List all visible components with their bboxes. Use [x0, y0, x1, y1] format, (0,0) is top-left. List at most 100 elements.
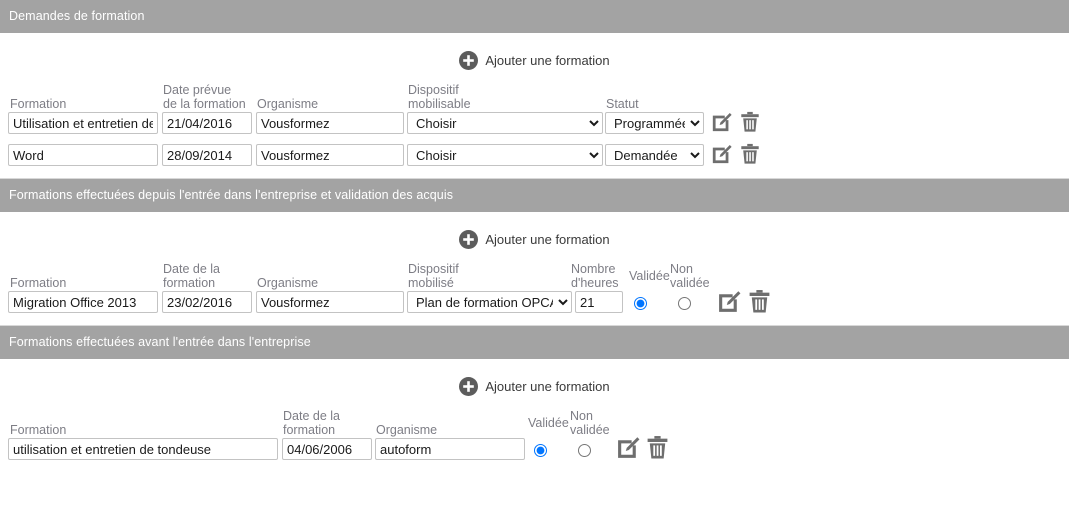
table-row: Plan de formation OPCA	[0, 289, 1069, 319]
add-row-demandes: Ajouter une formation	[0, 46, 1069, 74]
validee-radio[interactable]	[534, 444, 547, 458]
edit-row-button[interactable]	[717, 289, 742, 314]
organisme-input[interactable]	[375, 438, 525, 460]
edit-pencil-icon	[618, 437, 640, 458]
cell-dispositif: Choisir	[407, 144, 603, 166]
organisme-input[interactable]	[256, 291, 404, 313]
organisme-input[interactable]	[256, 144, 404, 166]
edit-pencil-icon	[712, 113, 732, 132]
cell-non-validee	[678, 295, 691, 311]
edit-row-button[interactable]	[711, 143, 733, 165]
section-body-effectuees-depuis: Ajouter une formation Formation Date de …	[0, 225, 1069, 326]
plus-circle-icon	[459, 229, 479, 249]
cell-delete	[739, 143, 761, 168]
organisme-input[interactable]	[256, 112, 404, 134]
col-header-organisme: Organisme	[257, 97, 319, 111]
edit-row-button[interactable]	[616, 435, 641, 460]
validee-radio[interactable]	[634, 297, 647, 311]
column-headers-demandes: Formation Date prévue de la formation Or…	[0, 78, 1069, 112]
dispositif-select[interactable]: Plan de formation OPCA	[407, 291, 572, 313]
col-header-validee: Validée	[528, 416, 569, 430]
add-formation-label-effectuees-avant: Ajouter une formation	[485, 378, 610, 394]
statut-select[interactable]: Demandée	[605, 144, 704, 166]
cell-statut: Programmée	[605, 112, 704, 134]
col-header-statut: Statut	[606, 97, 639, 111]
table-row	[0, 435, 1069, 466]
delete-row-button[interactable]	[739, 143, 761, 165]
section-body-demandes: Ajouter une formation Formation Date pré…	[0, 46, 1069, 179]
formations-page: Demandes de formation Ajouter une format…	[0, 0, 1069, 509]
cell-dispositif: Choisir	[407, 112, 603, 134]
add-formation-button-effectuees-depuis[interactable]: Ajouter une formation	[459, 229, 610, 249]
col-header-formation: Formation	[10, 276, 67, 290]
col-header-organisme: Organisme	[257, 276, 319, 290]
cell-formation	[8, 144, 158, 166]
col-header-heures: Nombre d'heures	[571, 262, 619, 290]
section-header-demandes: Demandes de formation	[0, 0, 1069, 33]
statut-select[interactable]: Programmée	[605, 112, 704, 134]
section-demandes: Demandes de formation Ajouter une format…	[0, 0, 1069, 179]
date-input[interactable]	[162, 144, 252, 166]
col-header-dispositif: Dispositif mobilisé	[408, 262, 459, 290]
section-header-effectuees-avant: Formations effectuées avant l'entrée dan…	[0, 326, 1069, 359]
cell-date	[162, 112, 252, 134]
add-formation-button-effectuees-avant[interactable]: Ajouter une formation	[459, 376, 610, 396]
col-header-validee: Validée	[629, 269, 670, 283]
column-headers-effectuees-depuis: Formation Date de la formation Organisme…	[0, 257, 1069, 291]
cell-date	[162, 291, 252, 313]
delete-row-button[interactable]	[747, 289, 772, 314]
cell-formation	[8, 112, 158, 134]
add-formation-button-demandes[interactable]: Ajouter une formation	[459, 50, 610, 70]
heures-input[interactable]	[575, 291, 623, 313]
cell-validee	[534, 442, 547, 458]
non-validee-radio[interactable]	[578, 444, 591, 458]
cell-delete	[739, 111, 761, 136]
col-header-formation: Formation	[10, 423, 67, 437]
edit-row-button[interactable]	[711, 111, 733, 133]
formation-input[interactable]	[8, 144, 158, 166]
date-input[interactable]	[162, 112, 252, 134]
cell-organisme	[256, 291, 404, 313]
table-row: Choisir Demandée	[0, 143, 1069, 172]
col-header-non-validee: Non validée	[670, 262, 710, 290]
add-row-effectuees-avant: Ajouter une formation	[0, 372, 1069, 400]
section-header-effectuees-depuis: Formations effectuées depuis l'entrée da…	[0, 179, 1069, 212]
col-header-organisme: Organisme	[376, 423, 438, 437]
trash-icon	[647, 436, 668, 459]
cell-validee	[634, 295, 647, 311]
section-effectuees-avant: Formations effectuées avant l'entrée dan…	[0, 326, 1069, 466]
edit-pencil-icon	[719, 291, 741, 312]
cell-edit	[711, 111, 733, 136]
plus-circle-icon	[459, 376, 479, 396]
col-header-date: Date de la formation	[283, 409, 340, 437]
trash-icon	[741, 111, 759, 132]
edit-pencil-icon	[712, 145, 732, 164]
section-effectuees-depuis: Formations effectuées depuis l'entrée da…	[0, 179, 1069, 326]
cell-date	[162, 144, 252, 166]
cell-organisme	[375, 438, 525, 460]
add-formation-label-demandes: Ajouter une formation	[485, 52, 610, 68]
col-header-dispositif: Dispositif mobilisable	[408, 83, 471, 111]
dispositif-select[interactable]: Choisir	[407, 112, 603, 134]
formation-input[interactable]	[8, 438, 278, 460]
date-input[interactable]	[162, 291, 252, 313]
trash-icon	[741, 143, 759, 164]
cell-organisme	[256, 112, 404, 134]
non-validee-radio[interactable]	[678, 297, 691, 311]
grid-demandes: Formation Date prévue de la formation Or…	[0, 78, 1069, 172]
table-row: Choisir Programmée	[0, 111, 1069, 140]
delete-row-button[interactable]	[739, 111, 761, 133]
cell-heures	[575, 291, 623, 313]
cell-non-validee	[578, 442, 591, 458]
delete-row-button[interactable]	[645, 435, 670, 460]
col-header-date: Date de la formation	[163, 262, 220, 290]
cell-delete	[645, 435, 670, 463]
cell-edit	[711, 143, 733, 168]
formation-input[interactable]	[8, 291, 158, 313]
formation-input[interactable]	[8, 112, 158, 134]
col-header-formation: Formation	[10, 97, 67, 111]
dispositif-select[interactable]: Choisir	[407, 144, 603, 166]
trash-icon	[749, 290, 770, 313]
plus-circle-icon	[459, 50, 479, 70]
date-input[interactable]	[282, 438, 372, 460]
